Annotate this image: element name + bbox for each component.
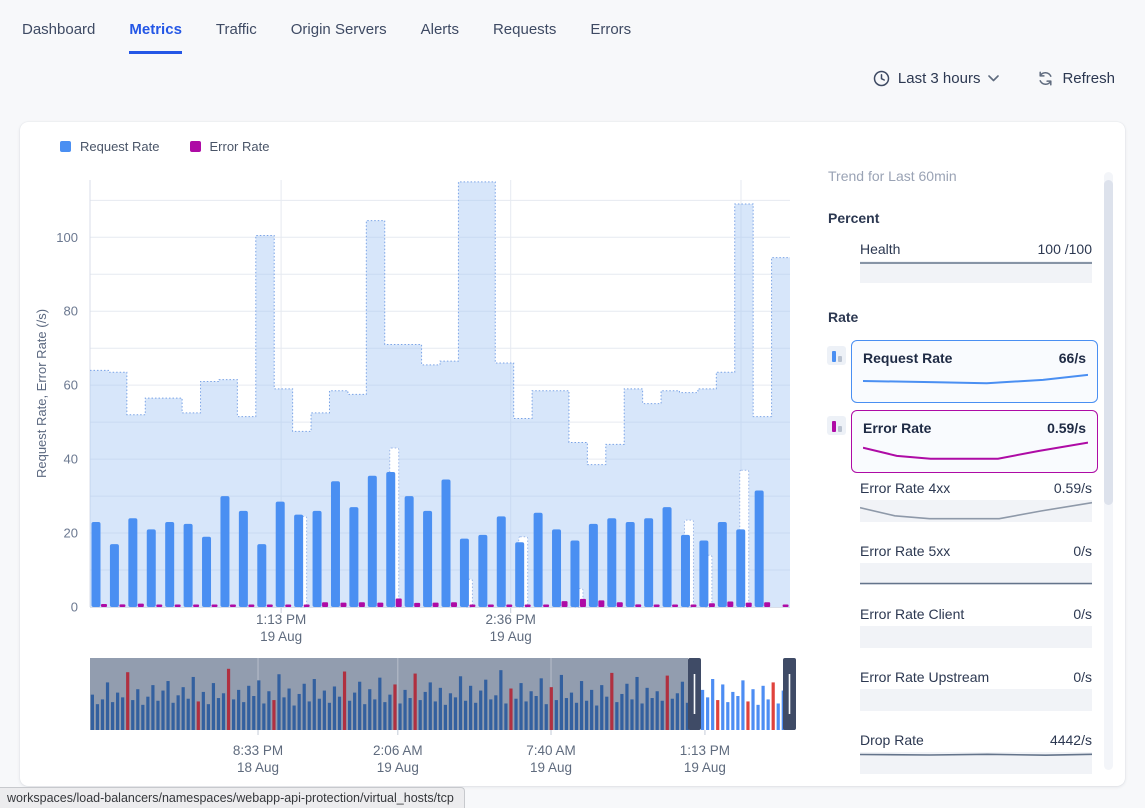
metric-error-rate[interactable]: Error Rate 0.59/s xyxy=(851,410,1098,473)
sparkline xyxy=(860,563,1092,585)
section-heading-rate: Rate xyxy=(828,309,1118,325)
sparkline xyxy=(863,440,1086,462)
metric-label: Error Rate 5xx xyxy=(860,543,950,559)
metric-value: 0/s xyxy=(1073,606,1092,622)
metric-error-rate-5xx[interactable]: Error Rate 5xx 0/s xyxy=(860,543,1092,585)
svg-text:1:13 PM: 1:13 PM xyxy=(680,743,730,758)
sparkline xyxy=(860,500,1092,522)
metric-label: Error Rate 4xx xyxy=(860,480,950,496)
tab-requests[interactable]: Requests xyxy=(493,21,556,54)
svg-text:1:13 PM: 1:13 PM xyxy=(256,612,306,627)
svg-text:19 Aug: 19 Aug xyxy=(490,629,532,644)
tab-metrics[interactable]: Metrics xyxy=(129,21,182,54)
tab-errors[interactable]: Errors xyxy=(590,21,631,54)
metric-label: Error Rate xyxy=(863,420,931,436)
sidebar-scrollbar-thumb[interactable] xyxy=(1104,180,1113,505)
chevron-down-icon xyxy=(988,75,999,82)
sparkline xyxy=(860,261,1092,283)
refresh-label: Refresh xyxy=(1062,70,1115,87)
svg-text:80: 80 xyxy=(64,304,78,319)
metric-error-rate-4xx[interactable]: Error Rate 4xx 0.59/s xyxy=(860,480,1092,522)
brush-handle-right[interactable] xyxy=(783,658,796,730)
svg-text:40: 40 xyxy=(64,452,78,467)
tab-dashboard[interactable]: Dashboard xyxy=(22,21,95,54)
metric-value: 0/s xyxy=(1073,543,1092,559)
bar-chart-icon[interactable] xyxy=(827,346,846,365)
svg-text:2:06 AM: 2:06 AM xyxy=(373,743,423,758)
metric-label: Request Rate xyxy=(863,350,952,366)
metric-value: 66/s xyxy=(1059,350,1086,366)
metric-label: Error Rate Upstream xyxy=(860,669,989,685)
tab-bar: Dashboard Metrics Traffic Origin Servers Ale… xyxy=(0,0,1145,54)
svg-text:7:40 AM: 7:40 AM xyxy=(526,743,576,758)
svg-text:60: 60 xyxy=(64,378,78,393)
tab-origin-servers[interactable]: Origin Servers xyxy=(291,21,387,54)
svg-text:19 Aug: 19 Aug xyxy=(684,760,726,775)
svg-text:18 Aug: 18 Aug xyxy=(237,760,279,775)
brush-handle-left[interactable] xyxy=(688,658,701,730)
tab-alerts[interactable]: Alerts xyxy=(421,21,459,54)
timeline-brush[interactable] xyxy=(90,658,796,730)
metric-health[interactable]: Health 100 /100 xyxy=(860,241,1092,283)
svg-text:19 Aug: 19 Aug xyxy=(530,760,572,775)
sparkline xyxy=(863,370,1086,392)
metric-value: 0.59/s xyxy=(1054,480,1092,496)
metric-value: 0.59/s xyxy=(1047,420,1086,436)
svg-text:19 Aug: 19 Aug xyxy=(260,629,302,644)
metric-value: 0/s xyxy=(1073,669,1092,685)
metric-error-rate-client[interactable]: Error Rate Client 0/s xyxy=(860,606,1092,648)
clock-icon xyxy=(873,70,890,87)
svg-text:20: 20 xyxy=(64,526,78,541)
metric-error-rate-upstream[interactable]: Error Rate Upstream 0/s xyxy=(860,669,1092,711)
time-range-selector[interactable]: Last 3 hours xyxy=(873,70,1000,87)
refresh-icon xyxy=(1037,70,1054,87)
svg-text:100: 100 xyxy=(56,230,78,245)
svg-text:2:36 PM: 2:36 PM xyxy=(486,612,536,627)
metric-request-rate[interactable]: Request Rate 66/s xyxy=(851,340,1098,403)
svg-text:8:33 PM: 8:33 PM xyxy=(233,743,283,758)
status-url-bar: workspaces/load-balancers/namespaces/web… xyxy=(0,787,465,808)
sparkline xyxy=(860,626,1092,648)
main-chart[interactable]: 0 20 40 60 80 100 Request Rate, Error Rate (/s… xyxy=(20,122,832,782)
trend-title: Trend for Last 60min xyxy=(808,122,1118,184)
time-range-label: Last 3 hours xyxy=(898,70,981,87)
section-heading-percent: Percent xyxy=(828,210,1118,226)
refresh-button[interactable]: Refresh xyxy=(1037,70,1115,87)
svg-text:Request Rate, Error Rate (/s): Request Rate, Error Rate (/s) xyxy=(34,309,49,478)
bar-chart-icon[interactable] xyxy=(827,416,846,435)
svg-text:19 Aug: 19 Aug xyxy=(377,760,419,775)
tab-traffic[interactable]: Traffic xyxy=(216,21,257,54)
sparkline xyxy=(860,689,1092,711)
metrics-card: Request Rate Error Rate 0 20 40 60 80 100 Reque… xyxy=(20,122,1125,786)
metric-label: Health xyxy=(860,241,900,257)
metric-drop-rate[interactable]: Drop Rate 4442/s xyxy=(860,732,1092,774)
sidebar-scrollbar[interactable] xyxy=(1104,172,1113,770)
svg-text:0: 0 xyxy=(71,600,78,615)
sparkline xyxy=(860,752,1092,774)
metric-value: 100 /100 xyxy=(1038,241,1093,257)
toolbar: Last 3 hours Refresh xyxy=(873,70,1115,87)
trend-sidebar: Trend for Last 60min Percent Health 100 /1… xyxy=(808,122,1118,786)
metric-value: 4442/s xyxy=(1050,732,1092,748)
metric-label: Drop Rate xyxy=(860,732,924,748)
metric-label: Error Rate Client xyxy=(860,606,964,622)
